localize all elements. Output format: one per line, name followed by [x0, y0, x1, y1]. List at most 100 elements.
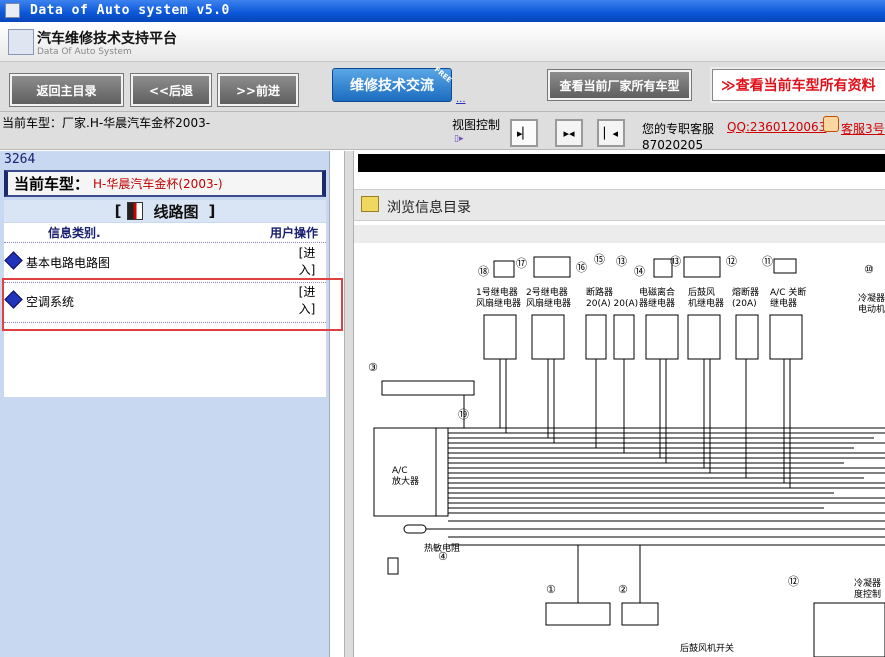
book-icon: [127, 202, 144, 220]
relay-body: [531, 314, 565, 360]
wiring-diagram: 1号继电器风扇继电器 2号继电器风扇继电器 断路器 20(A) 20(A) 电磁离…: [368, 253, 885, 657]
diamond-icon: [4, 251, 23, 270]
relay-connector: [683, 256, 721, 278]
view-mini-icon: ▯▸: [454, 134, 464, 144]
view-right-button[interactable]: ▏◂: [597, 119, 625, 147]
current-model-text: 当前车型：厂家.H-华晨汽车金杯2003-: [2, 116, 211, 130]
toolbar: 返回主目录 <<后退 >>前进 维修技术交流 FREE ... 查看当前厂家所有…: [0, 62, 885, 112]
bracket-close: ]: [208, 202, 216, 220]
separator-stripe: [354, 225, 885, 243]
wire-bundle: [426, 359, 885, 603]
relay-body: [687, 314, 721, 360]
relay-label: 冷凝器电动机: [858, 292, 885, 315]
fuse-body: [735, 314, 759, 360]
app-name: 汽车维修技术支持平台: [37, 31, 177, 47]
service-kf-link[interactable]: 客服3号: [841, 120, 885, 137]
bottom-connector: [545, 602, 611, 626]
all-data-button[interactable]: ≫查看当前车型所有资料: [710, 67, 885, 103]
enter-link[interactable]: [进入]: [294, 245, 320, 279]
list-item[interactable]: 基本电路电路图 [进入]: [4, 243, 326, 281]
relay-connector: [773, 258, 797, 274]
model-label: 当前车型：: [14, 175, 90, 193]
callout-number: ⑬: [670, 255, 681, 268]
folder-search-icon: [361, 196, 379, 212]
callout-number: ⑫: [726, 255, 737, 268]
bottom-box: [813, 602, 885, 657]
bracket-open: [: [114, 202, 122, 220]
callout-number: ⑬: [616, 255, 627, 268]
black-banner: [358, 154, 885, 172]
app-icon: [5, 3, 20, 18]
relay-label: 2号继电器风扇继电器: [526, 286, 571, 309]
relay-connector: [493, 260, 515, 278]
callout-number: ⑫: [788, 575, 799, 588]
callout-number: ⑭: [634, 265, 645, 278]
section-title: 线路图: [153, 202, 199, 221]
section-header: [ 线路图 ]: [4, 200, 326, 222]
qq-avatar-icon[interactable]: [823, 116, 839, 132]
callout-number: ⑰: [516, 257, 527, 270]
condenser-temp-label: 冷凝器度控制: [854, 577, 881, 600]
connector-strip: [381, 380, 475, 396]
service-phone: 87020205: [642, 138, 704, 150]
browse-header: 浏览信息目录: [354, 189, 885, 221]
more-link[interactable]: ...: [456, 94, 466, 105]
item-label[interactable]: 基本电路电路图: [26, 254, 110, 271]
view-control-label: 视图控制: [452, 118, 501, 132]
relay-body: [645, 314, 679, 360]
panel-splitter[interactable]: [344, 151, 354, 657]
callout-number: ⑪: [762, 255, 773, 268]
selection-highlight: [2, 278, 343, 331]
bottom-connector: [621, 602, 659, 626]
callout-number: ④: [438, 550, 448, 563]
callout-number: ③: [368, 361, 378, 374]
fan-switch-label: 后鼓风机开关: [680, 642, 734, 654]
view-split-button[interactable]: ▸◂: [555, 119, 583, 147]
model-value: H-华晨汽车金杯(2003-): [93, 177, 223, 191]
fuse-body: [613, 314, 635, 360]
app-subtitle: Data Of Auto System: [37, 47, 132, 57]
app-header: 汽车维修技术支持平台 Data Of Auto System: [0, 22, 885, 62]
status-row: 当前车型：厂家.H-华晨汽车金杯2003- 视图控制 ▯▸ ▸▏ ▸◂ ▏◂ 您…: [0, 112, 885, 150]
right-panel: 浏览信息目录 1号继电器风扇继电器 2号继电器风扇继电器 断路器 20(A) 2…: [354, 151, 885, 657]
ground-connector: [387, 557, 399, 575]
forward-button[interactable]: >>前进: [217, 73, 299, 107]
callout-number: ⑲: [458, 408, 469, 421]
back-button[interactable]: <<后退: [130, 73, 212, 107]
relay-label: 电磁离合器继电器: [639, 286, 675, 309]
window-title: Data of Auto system v5.0: [30, 3, 230, 18]
fuse-body: [585, 314, 607, 360]
view-left-button[interactable]: ▸▏: [510, 119, 538, 147]
amplifier-label: A/C 放大器: [392, 466, 419, 487]
free-badge: FREE: [432, 65, 454, 85]
callout-number: ⑮: [594, 253, 605, 266]
tech-exchange-button[interactable]: 维修技术交流 FREE: [332, 65, 454, 102]
left-panel: 3264 当前车型： H-华晨汽车金杯(2003-) [ 线路图 ] 信息类别.…: [0, 151, 330, 657]
model-code: 3264: [4, 152, 36, 167]
title-bar: Data of Auto system v5.0: [0, 0, 885, 22]
service-qq-link[interactable]: QQ:2360120063: [727, 120, 826, 134]
relay-label: 1号继电器风扇继电器: [476, 286, 521, 309]
relay-label: 熔断器(20A): [732, 286, 759, 309]
amplifier-pins: [435, 427, 449, 517]
browse-title: 浏览信息目录: [387, 200, 471, 216]
relay-label: 断路器 20(A) 20(A): [586, 286, 638, 309]
current-model-box: 当前车型： H-华晨汽车金杯(2003-): [4, 170, 326, 197]
thermistor: [403, 524, 427, 534]
home-button[interactable]: 返回主目录: [9, 73, 124, 107]
callout-number: ②: [618, 583, 628, 596]
relay-label: A/C 关断继电器: [770, 286, 806, 309]
column-header-action: 用户操作: [270, 226, 319, 240]
relay-connector: [533, 256, 571, 278]
callout-number: ⑱: [478, 265, 489, 278]
service-label: 您的专职客服: [642, 122, 715, 136]
relay-body: [483, 314, 517, 360]
callout-number: ⑩: [864, 263, 874, 276]
column-header-category: 信息类别.: [48, 226, 101, 240]
callout-number: ⑯: [576, 261, 587, 274]
tech-exchange-label: 维修技术交流: [350, 78, 434, 94]
logo-icon: [8, 29, 34, 55]
all-models-button[interactable]: 查看当前厂家所有车型: [547, 69, 692, 101]
relay-label: 后鼓风机继电器: [688, 286, 724, 309]
callout-number: ①: [546, 583, 556, 596]
